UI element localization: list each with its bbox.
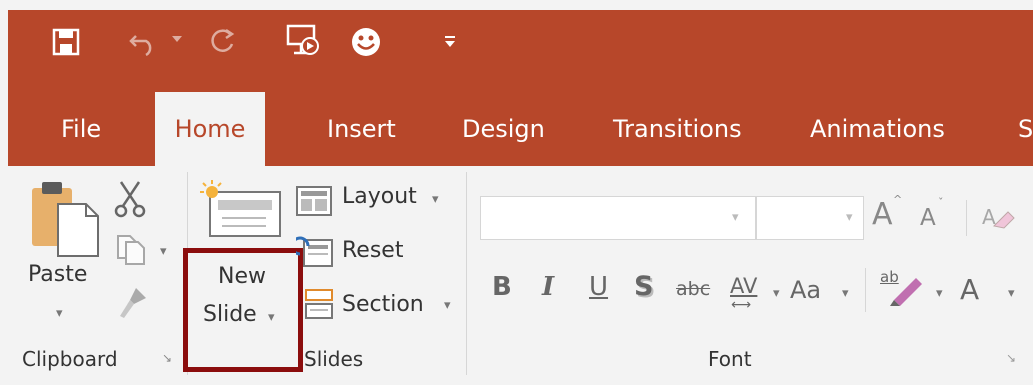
change-case-dropdown-icon[interactable]: ▾ xyxy=(842,286,849,301)
slides-group-label: Slides xyxy=(304,347,364,371)
highlight-dropdown-icon[interactable]: ▾ xyxy=(936,286,943,301)
change-case-button[interactable]: Aa xyxy=(790,278,821,302)
start-slideshow-icon[interactable] xyxy=(286,24,320,56)
customize-quick-access-icon[interactable] xyxy=(444,36,456,48)
tab-design[interactable]: Design xyxy=(462,100,545,158)
character-spacing-dropdown-icon[interactable]: ▾ xyxy=(773,286,780,301)
highlight-label: ab xyxy=(880,268,899,286)
font-name-dropdown-icon[interactable]: ▾ xyxy=(732,210,739,225)
font-group-label: Font xyxy=(708,347,752,371)
redo-icon[interactable] xyxy=(210,28,238,56)
strikethrough-button[interactable]: abc xyxy=(676,280,710,299)
separator xyxy=(466,172,467,375)
font-size-dropdown-icon[interactable]: ▾ xyxy=(846,210,853,225)
tab-insert[interactable]: Insert xyxy=(327,100,396,158)
section-dropdown-icon[interactable]: ▾ xyxy=(444,298,451,313)
save-icon[interactable] xyxy=(52,28,80,56)
text-shadow-button[interactable]: S xyxy=(634,273,653,300)
section-label[interactable]: Section xyxy=(342,292,424,317)
clear-formatting-icon[interactable]: A xyxy=(980,200,1016,237)
layout-dropdown-icon[interactable]: ▾ xyxy=(432,192,439,207)
tab-transitions[interactable]: Transitions xyxy=(613,100,742,158)
cut-icon[interactable] xyxy=(113,180,147,221)
new-slide-label-line2[interactable]: Slide xyxy=(203,302,257,327)
layout-label[interactable]: Layout xyxy=(342,184,417,209)
character-spacing-label: AV xyxy=(730,274,758,298)
smiley-feedback-icon[interactable] xyxy=(350,26,382,58)
font-name-box[interactable] xyxy=(480,196,756,240)
undo-dropdown-icon[interactable] xyxy=(172,36,182,44)
character-spacing-button[interactable]: AV xyxy=(730,276,757,297)
character-spacing-arrow-icon: ⟷ xyxy=(731,297,752,313)
layout-icon[interactable] xyxy=(296,186,332,219)
paste-label[interactable]: Paste xyxy=(28,262,87,287)
tab-slideshow[interactable]: S xyxy=(1018,100,1033,158)
font-color-button[interactable]: A xyxy=(960,276,979,304)
paste-icon[interactable] xyxy=(30,178,100,261)
grow-font-caret-icon: ^ xyxy=(893,193,903,206)
tab-home[interactable]: Home xyxy=(155,92,265,166)
bold-button[interactable]: B xyxy=(492,274,512,300)
new-slide-label-line1[interactable]: New xyxy=(218,264,266,289)
undo-icon[interactable] xyxy=(128,28,160,56)
font-launcher-icon[interactable]: ↘ xyxy=(1006,352,1016,364)
reset-label[interactable]: Reset xyxy=(342,238,403,263)
new-slide-icon[interactable] xyxy=(200,180,284,243)
italic-button[interactable]: I xyxy=(542,274,554,300)
separator xyxy=(865,268,866,312)
tab-animations[interactable]: Animations xyxy=(810,100,945,158)
shrink-font-caret-icon: ˇ xyxy=(938,196,944,209)
font-color-dropdown-icon[interactable]: ▾ xyxy=(1008,286,1015,301)
copy-dropdown-icon[interactable]: ▾ xyxy=(160,244,167,259)
paste-dropdown-icon[interactable]: ▾ xyxy=(56,306,63,321)
format-painter-icon[interactable] xyxy=(116,286,148,323)
tab-file[interactable]: File xyxy=(61,100,101,158)
copy-icon[interactable] xyxy=(114,232,148,269)
section-icon[interactable] xyxy=(302,288,336,325)
clipboard-launcher-icon[interactable]: ↘ xyxy=(162,352,172,364)
shrink-font-button[interactable]: A xyxy=(920,207,936,230)
separator xyxy=(966,200,967,236)
highlight-button[interactable]: ab xyxy=(880,270,924,311)
reset-icon[interactable] xyxy=(290,236,334,273)
clipboard-group-label: Clipboard xyxy=(22,347,118,371)
underline-button[interactable]: U xyxy=(589,274,608,300)
new-slide-dropdown-icon[interactable]: ▾ xyxy=(268,310,275,325)
grow-font-button[interactable]: A xyxy=(872,200,893,230)
